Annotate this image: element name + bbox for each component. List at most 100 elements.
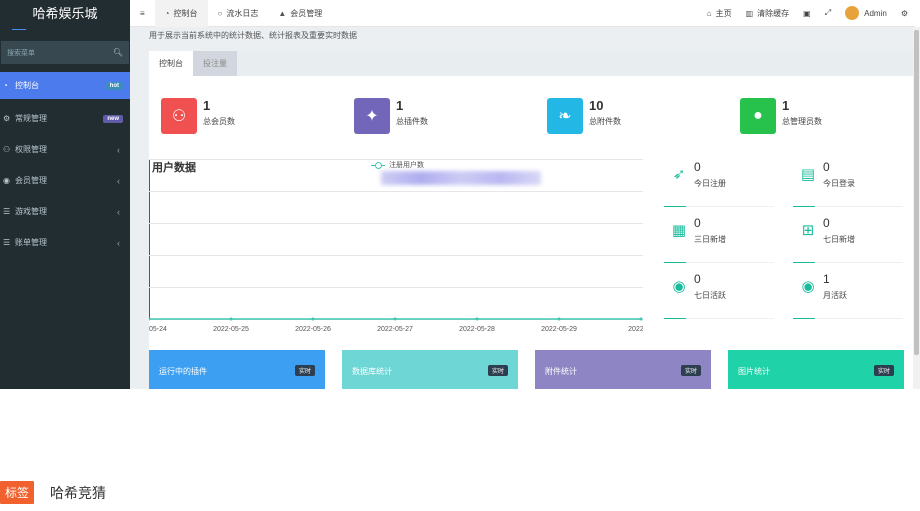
sidebar-item-label: 权限管理 [15, 145, 47, 154]
data-point [639, 317, 643, 321]
circle-icon: ○ [217, 8, 223, 18]
sidebar-item-label: 常规管理 [15, 114, 47, 123]
stat-three-day-new: ▦ 0 三日新增 [664, 215, 774, 263]
scrollbar[interactable] [913, 27, 920, 389]
sidebar-item-games[interactable]: ☰ 游戏管理 ‹ [0, 196, 130, 227]
card-database-stats[interactable]: 数据库统计 实时 [342, 350, 518, 389]
sidebar-menu: ◔ 控制台 hot ⚙ 常规管理 new ⚇ 权限管理 ‹ ◉ 会员管理 ‹ ☰ [0, 72, 130, 258]
legend-marker [371, 161, 385, 169]
user-icon: ● [740, 98, 776, 134]
gears-icon: ⚙ [900, 8, 908, 18]
tag-text[interactable]: 哈希竞猜 [50, 483, 106, 503]
group-icon: ⚇ [3, 145, 11, 154]
magic-icon: ✦ [354, 98, 390, 134]
small-stat-label: 三日新增 [694, 235, 726, 244]
menu-toggle-button[interactable]: ≡ [130, 0, 155, 27]
stat-monthly-active: ◉ 1 月活跃 [793, 271, 903, 319]
card-title: 运行中的插件 [159, 367, 207, 376]
sidebar-item-dashboard[interactable]: ◔ 控制台 hot [0, 72, 130, 99]
small-stat-value: 0 [694, 160, 701, 174]
data-point [475, 317, 479, 321]
tab-label: 流水日志 [226, 8, 259, 18]
stat-label: 总会员数 [203, 117, 235, 126]
data-point [311, 317, 315, 321]
chart-svg: 05-24 2022-05-25 2022-05-26 2022-05-27 2022-… [147, 159, 654, 333]
search-input[interactable]: 搜索菜单 [7, 48, 113, 58]
x-tick-label: 2022-05-25 [213, 326, 249, 333]
sidebar-item-label: 账单管理 [15, 238, 47, 247]
sidebar-item-members[interactable]: ◉ 会员管理 ‹ [0, 165, 130, 196]
search-icon[interactable]: 🔍︎ [113, 48, 123, 57]
chevron-left-icon: ‹ [117, 175, 120, 186]
card-title: 数据库统计 [352, 367, 392, 376]
data-point [393, 317, 397, 321]
small-stat-value: 0 [823, 160, 830, 174]
card-attachment-stats[interactable]: 附件统计 实时 [535, 350, 711, 389]
x-tick-label: 2022-05 [628, 326, 643, 333]
card-running-plugins[interactable]: 运行中的插件 实时 [149, 350, 325, 389]
chevron-left-icon: ‹ [117, 144, 120, 155]
stat-value: 10 [589, 98, 604, 113]
blurred-overlay [381, 171, 541, 185]
x-tick-label: 2022-05-29 [541, 326, 577, 333]
user-icon: ▲ [278, 8, 287, 18]
tab-bets[interactable]: 投注量 [193, 51, 237, 76]
chart-legend[interactable]: 注册用户数 [371, 160, 424, 170]
stat-value: 1 [396, 98, 404, 113]
card-title: 图片统计 [738, 367, 770, 376]
realtime-badge: 实时 [487, 365, 508, 376]
username: Admin [864, 8, 887, 18]
dashboard-panel: 控制台 投注量 ⚇ 1 总会员数 ✦ 1 总插件数 ❧ 10 总附件数 ● 1 总管理员… [147, 51, 915, 389]
tab-flow-log[interactable]: ○ 流水日志 [208, 0, 269, 27]
realtime-badge: 实时 [873, 365, 894, 376]
user-menu[interactable]: Admin [838, 0, 894, 27]
tab-label: 控制台 [173, 8, 198, 18]
data-point [557, 317, 561, 321]
tab-members[interactable]: ▲ 会员管理 [268, 0, 332, 27]
stat-total-attachments: ❧ 10 总附件数 [547, 98, 621, 134]
settings-button[interactable]: ⚙ [894, 0, 915, 27]
sidebar-item-auth[interactable]: ⚇ 权限管理 ‹ [0, 134, 130, 165]
small-stat-value: 0 [694, 216, 701, 230]
x-tick-label: 2022-05-27 [377, 326, 413, 333]
stat-value: 1 [782, 98, 790, 113]
brand-logo[interactable]: 哈希娱乐城 [0, 0, 130, 30]
sidebar-item-general[interactable]: ⚙ 常规管理 new [0, 103, 130, 134]
calendar-icon: ▦ [671, 222, 687, 239]
admin-app: 哈希娱乐城 搜索菜单 🔍︎ ◔ 控制台 hot ⚙ 常规管理 new ⚇ 权限管… [0, 0, 915, 389]
language-button[interactable]: ▣ [796, 0, 818, 27]
dashboard-icon: ◔ [3, 81, 8, 90]
chevron-left-icon: ‹ [117, 206, 120, 217]
list-icon: ☰ [3, 238, 11, 247]
tab-dashboard[interactable]: ◔ 控制台 [154, 0, 208, 27]
card-image-stats[interactable]: 图片统计 实时 [728, 350, 904, 389]
cogs-icon: ⚙ [3, 114, 11, 123]
home-link[interactable]: ⌂ 主页 [700, 0, 739, 27]
scrollbar-thumb[interactable] [914, 30, 919, 355]
fullscreen-button[interactable]: ⤢ [818, 0, 838, 27]
sidebar-item-label: 会员管理 [15, 176, 47, 185]
hot-badge: hot [105, 81, 123, 90]
chevron-left-icon: ‹ [117, 237, 120, 248]
tab-label: 会员管理 [290, 8, 323, 18]
new-badge: new [103, 114, 123, 123]
clear-cache-label: 清除缓存 [757, 8, 790, 18]
small-stat-label: 七日新增 [823, 235, 855, 244]
sidebar: 哈希娱乐城 搜索菜单 🔍︎ ◔ 控制台 hot ⚙ 常规管理 new ⚇ 权限管… [0, 0, 130, 389]
small-stat-value: 0 [694, 272, 701, 286]
stat-today-login: ▤ 0 今日登录 [793, 159, 903, 207]
clear-cache-button[interactable]: ▥ 清除缓存 [739, 0, 797, 27]
trash-icon: ▥ [745, 8, 754, 18]
list-icon: ☰ [3, 207, 11, 216]
translate-icon: ▣ [803, 8, 811, 18]
main-content: 用于展示当前系统中的统计数据、统计报表及重要实时数据 控制台 投注量 ⚇ 1 总会… [130, 27, 915, 389]
tag-label[interactable]: 标签 [0, 481, 35, 504]
small-stat-value: 0 [823, 216, 830, 230]
sidebar-item-bills[interactable]: ☰ 账单管理 ‹ [0, 227, 130, 258]
top-navbar: ≡ ◔ 控制台 ○ 流水日志 ▲ 会员管理 ⌂ 主页 ▥ 清除缓存 ▣ ⤢ Ad… [130, 0, 915, 27]
tab-console[interactable]: 控制台 [149, 51, 193, 76]
fullscreen-icon: ⤢ [824, 8, 832, 17]
x-tick-label: 2022-05-26 [295, 326, 331, 333]
page-description: 用于展示当前系统中的统计数据、统计报表及重要实时数据 [149, 31, 357, 40]
sidebar-search[interactable]: 搜索菜单 🔍︎ [1, 41, 129, 64]
